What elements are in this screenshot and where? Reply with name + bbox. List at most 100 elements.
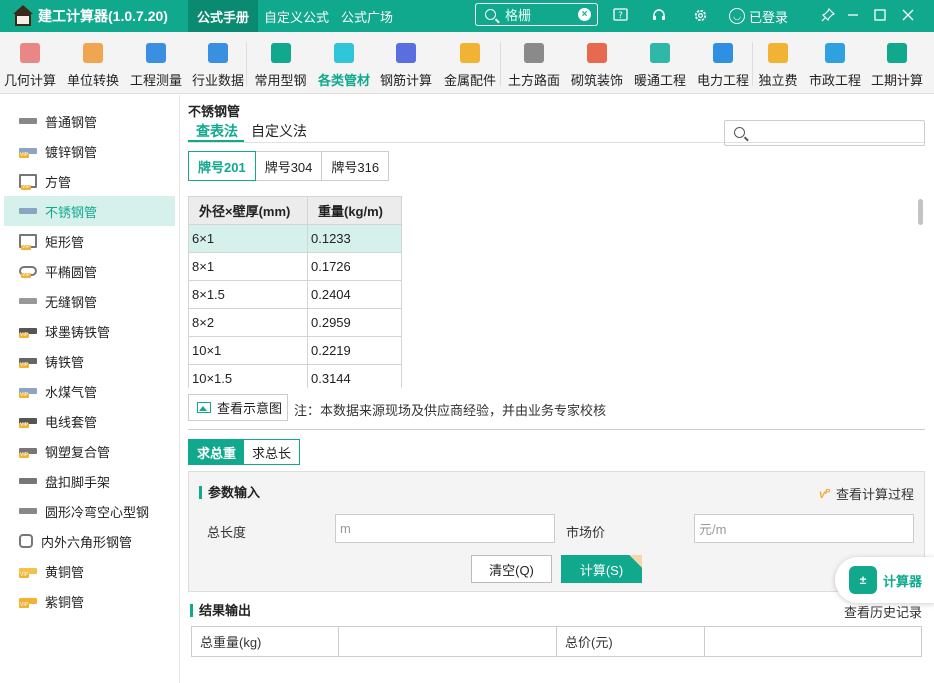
minimize-icon[interactable] xyxy=(842,4,864,26)
steel-pipe-icon xyxy=(19,118,37,124)
view-history-link[interactable]: 查看历史记录 xyxy=(844,602,922,621)
weight-cell: 0.2219 xyxy=(307,336,402,365)
calculator-label: 计算器 xyxy=(883,573,923,589)
table-row[interactable]: 10×1.5 0.3144 xyxy=(188,364,402,388)
toolbar-item[interactable]: 工期计算 xyxy=(868,32,926,94)
toolbar-item[interactable]: 常用型钢 xyxy=(252,32,309,94)
table-row[interactable]: 6×1 0.1233 xyxy=(188,224,402,253)
floating-calculator-button[interactable]: ± 计算器 xyxy=(835,557,934,603)
mode-total-length[interactable]: 求总长 xyxy=(244,440,300,464)
toolbar-item[interactable]: 几何计算 xyxy=(1,32,59,94)
toolbar-item-label: 电力工程 xyxy=(696,73,749,88)
tab-formula-manual[interactable]: 公式手册 xyxy=(188,0,259,32)
vertical-scrollbar[interactable] xyxy=(918,199,923,225)
param-input-panel: 参数输入 VP 查看计算过程 总长度 m 市场价 元/m 清空(Q) 计算(S) xyxy=(188,471,925,592)
galvanized-pipe-icon: VIP xyxy=(19,148,37,158)
category-toolbar: 几何计算 单位转换 工程测量 行业数据 常用型钢 各类管材 钢筋计算 金属配件 土方路面 砌筑装饰… xyxy=(0,32,934,94)
login-status[interactable]: ◡ 已登录 xyxy=(729,0,788,32)
calculate-button[interactable]: 计算(S) xyxy=(561,555,642,583)
tab-custom-method[interactable]: 自定义法 xyxy=(251,121,307,141)
calc-mode-tabs: 求总重 求总长 xyxy=(188,439,301,465)
page-title: 不锈钢管 xyxy=(188,104,241,119)
sidebar-item[interactable]: VIP 球墨铸铁管 xyxy=(4,316,175,346)
toolbar-item[interactable]: 各类管材 xyxy=(315,32,373,94)
sidebar-item[interactable]: 内外六角形钢管 xyxy=(4,526,175,556)
sidebar-item-label: 不锈钢管 xyxy=(45,204,98,220)
sidebar-item[interactable]: VIP 电线套管 xyxy=(4,406,175,436)
sidebar-item[interactable]: VIP 铸铁管 xyxy=(4,346,175,376)
price-placeholder: 元/m xyxy=(699,522,727,537)
size-cell: 8×1.5 xyxy=(188,280,308,309)
vip-badge: VIP xyxy=(19,152,30,158)
search-icon xyxy=(734,127,745,138)
toolbar-item[interactable]: 单位转换 xyxy=(63,32,123,94)
headset-icon[interactable] xyxy=(648,4,670,26)
close-icon[interactable] xyxy=(897,4,919,26)
table-search-input[interactable] xyxy=(724,120,925,146)
toolbar-item[interactable]: 市政工程 xyxy=(806,32,864,94)
total-weight-label: 总重量(kg) xyxy=(192,627,339,656)
sidebar-item[interactable]: VIP 镀锌钢管 xyxy=(4,136,175,166)
global-search-input[interactable]: 格栅 × xyxy=(475,3,598,26)
toolbar-item[interactable]: 独立费 xyxy=(755,32,801,94)
sidebar-item[interactable]: VIP 平椭圆管 xyxy=(4,256,175,286)
view-diagram-button[interactable]: 查看示意图 xyxy=(188,394,288,421)
toolbar-item[interactable]: 砌筑装饰 xyxy=(568,32,626,94)
tab-custom-formula[interactable]: 自定义公式 xyxy=(258,0,335,32)
toolbar-item[interactable]: 钢筋计算 xyxy=(378,32,434,94)
toolbar-item-label: 暖通工程 xyxy=(633,73,686,88)
table-row[interactable]: 10×1 0.2219 xyxy=(188,336,402,365)
sidebar-item-label: 圆形冷弯空心型钢 xyxy=(45,504,150,520)
weight-cell: 0.2404 xyxy=(307,280,402,309)
sidebar-item[interactable]: 无缝钢管 xyxy=(4,286,175,316)
sidebar-item-label: 黄铜管 xyxy=(45,564,85,580)
calculator-icon: ± xyxy=(849,566,877,594)
tab-lookup-method[interactable]: 查表法 xyxy=(196,121,238,141)
toolbar-item[interactable]: 土方路面 xyxy=(505,32,563,94)
table-row[interactable]: 8×1.5 0.2404 xyxy=(188,280,402,309)
price-input[interactable]: 元/m xyxy=(694,514,914,543)
mode-total-weight[interactable]: 求总重 xyxy=(189,440,245,464)
sidebar-item[interactable]: 圆形冷弯空心型钢 xyxy=(4,496,175,526)
grade-tab-304[interactable]: 牌号304 xyxy=(255,152,323,180)
login-label: 已登录 xyxy=(749,9,789,25)
grade-tab-316[interactable]: 牌号316 xyxy=(322,152,389,180)
sidebar-item[interactable]: VIP 黄铜管 xyxy=(4,556,175,586)
length-input[interactable]: m xyxy=(335,514,555,543)
clear-search-icon[interactable]: × xyxy=(578,8,591,21)
vip-badge: VIP xyxy=(19,452,30,458)
table-row[interactable]: 8×1 0.1726 xyxy=(188,252,402,281)
table-row[interactable]: 8×2 0.2959 xyxy=(188,308,402,337)
settings-gear-icon[interactable] xyxy=(689,4,711,26)
calculate-label: 计算(S) xyxy=(579,562,624,578)
sidebar-item[interactable]: VIP 钢塑复合管 xyxy=(4,436,175,466)
size-cell: 10×1 xyxy=(188,336,308,365)
toolbar-item[interactable]: 工程测量 xyxy=(128,32,184,94)
pin-icon[interactable] xyxy=(817,4,839,26)
section-divider xyxy=(188,429,925,430)
toolbar-item[interactable]: 暖通工程 xyxy=(631,32,689,94)
seamless-pipe-icon xyxy=(19,298,37,304)
vip-badge: VIP xyxy=(19,572,30,578)
axis-measure-icon xyxy=(146,43,166,63)
sidebar-item[interactable]: 盘扣脚手架 xyxy=(4,466,175,496)
sidebar-item[interactable]: 不锈钢管 xyxy=(4,196,175,226)
total-weight-value xyxy=(339,627,557,656)
clear-button[interactable]: 清空(Q) xyxy=(471,555,552,583)
column-header-weight: 重量(kg/m) xyxy=(307,196,402,225)
toolbar-item[interactable]: 行业数据 xyxy=(190,32,246,94)
sidebar-item-label: 平椭圆管 xyxy=(45,264,98,280)
sidebar-item[interactable]: VIP 矩形管 xyxy=(4,226,175,256)
bar-chart-icon xyxy=(208,43,228,63)
sidebar-item[interactable]: VIP 方管 xyxy=(4,166,175,196)
toolbar-item[interactable]: 金属配件 xyxy=(441,32,499,94)
toolbar-item[interactable]: 电力工程 xyxy=(694,32,752,94)
sidebar-item[interactable]: VIP 水煤气管 xyxy=(4,376,175,406)
view-calc-process-link[interactable]: VP 查看计算过程 xyxy=(819,484,914,503)
sidebar-item[interactable]: VIP 紫铜管 xyxy=(4,586,175,616)
help-icon[interactable]: ? xyxy=(609,4,631,26)
maximize-icon[interactable] xyxy=(869,4,891,26)
grade-tab-201[interactable]: 牌号201 xyxy=(188,151,256,181)
tab-formula-square[interactable]: 公式广场 xyxy=(335,0,399,32)
sidebar-item[interactable]: 普通钢管 xyxy=(4,106,175,136)
